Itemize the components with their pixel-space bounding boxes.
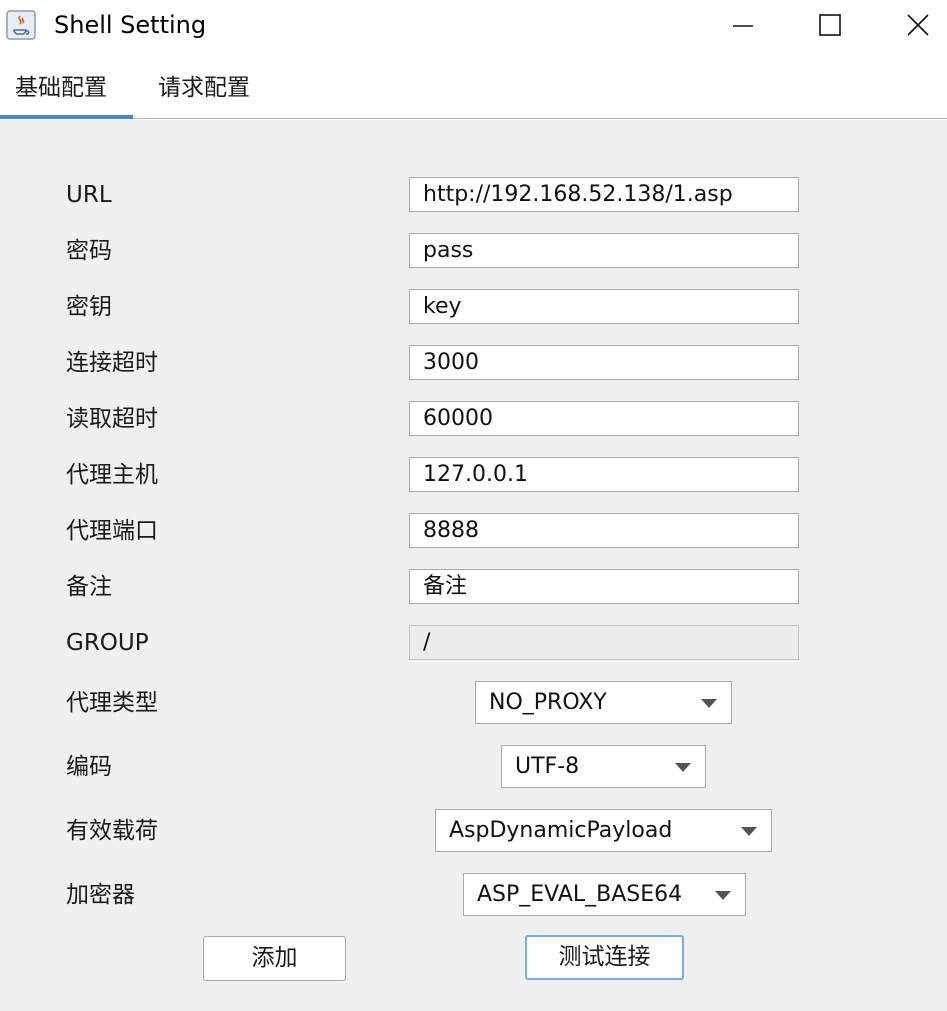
chevron-down-icon — [675, 763, 691, 772]
chevron-down-icon — [741, 827, 757, 836]
tab-basic-config[interactable]: 基础配置 — [15, 70, 107, 106]
payload-select[interactable]: AspDynamicPayload — [435, 809, 772, 852]
tab-request-config[interactable]: 请求配置 — [158, 70, 250, 106]
cryption-label: 加密器 — [66, 882, 135, 908]
title-bar: Shell Setting — [0, 0, 947, 52]
group-label: GROUP — [66, 630, 149, 656]
minimize-icon — [733, 25, 753, 27]
minimize-button[interactable] — [713, 0, 773, 50]
maximize-button[interactable] — [800, 0, 860, 50]
proxy-host-field[interactable]: 127.0.0.1 — [409, 457, 799, 492]
url-label: URL — [66, 182, 112, 208]
close-icon — [907, 14, 929, 36]
remark-field[interactable]: 备注 — [409, 569, 799, 604]
proxy-port-label: 代理端口 — [66, 518, 158, 544]
close-button[interactable] — [888, 0, 947, 50]
cryption-value: ASP_EVAL_BASE64 — [477, 882, 683, 907]
tab-bar — [0, 52, 947, 120]
remark-label: 备注 — [66, 574, 112, 600]
payload-value: AspDynamicPayload — [449, 818, 673, 843]
proxy-type-value: NO_PROXY — [489, 690, 607, 715]
read-timeout-field[interactable]: 60000 — [409, 401, 799, 436]
window-title: Shell Setting — [54, 11, 207, 39]
tab-divider — [0, 118, 947, 119]
active-tab-indicator — [0, 115, 133, 119]
password-label: 密码 — [66, 238, 112, 264]
chevron-down-icon — [701, 699, 717, 708]
proxy-port-field[interactable]: 8888 — [409, 513, 799, 548]
key-field[interactable]: key — [409, 289, 799, 324]
encoding-select[interactable]: UTF-8 — [501, 745, 706, 788]
key-label: 密钥 — [66, 294, 112, 320]
java-coffee-icon — [6, 10, 36, 40]
chevron-down-icon — [715, 891, 731, 900]
proxy-type-select[interactable]: NO_PROXY — [475, 681, 732, 724]
read-timeout-label: 读取超时 — [66, 406, 158, 432]
connect-timeout-field[interactable]: 3000 — [409, 345, 799, 380]
add-button[interactable]: 添加 — [203, 936, 346, 981]
password-field[interactable]: pass — [409, 233, 799, 268]
test-connection-button[interactable]: 测试连接 — [525, 935, 684, 980]
group-field: / — [409, 625, 799, 660]
encoding-label: 编码 — [66, 754, 112, 780]
url-field[interactable]: http://192.168.52.138/1.asp — [409, 177, 799, 212]
proxy-host-label: 代理主机 — [66, 462, 158, 488]
connect-timeout-label: 连接超时 — [66, 350, 158, 376]
payload-label: 有效载荷 — [66, 818, 158, 844]
cryption-select[interactable]: ASP_EVAL_BASE64 — [463, 873, 746, 916]
encoding-value: UTF-8 — [515, 754, 580, 779]
maximize-icon — [819, 14, 841, 36]
proxy-type-label: 代理类型 — [66, 690, 158, 716]
